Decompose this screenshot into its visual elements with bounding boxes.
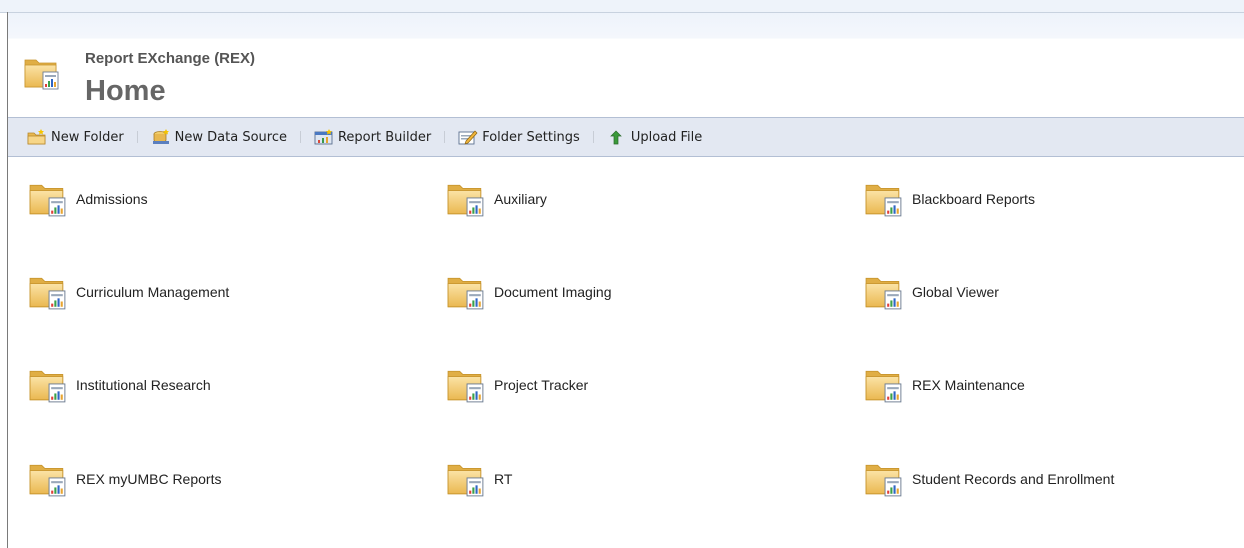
folder-settings-icon [458,130,478,145]
folder-label: Institutional Research [76,377,211,393]
report-folder-icon [444,460,488,498]
new-folder-label: New Folder [51,129,124,145]
toolbar-separator [299,131,301,143]
report-folder-icon [24,55,60,91]
report-folder-icon [26,460,70,498]
folder-rt[interactable]: RT [444,460,512,498]
report-folder-icon [862,460,906,498]
folder-project-tracker[interactable]: Project Tracker [444,366,588,404]
report-folder-icon [26,180,70,218]
folder-rex-myumbc-reports[interactable]: REX myUMBC Reports [26,460,221,498]
upload-file-button[interactable]: Upload File [607,129,702,145]
report-folder-icon [444,273,488,311]
toolbar-separator [136,131,138,143]
folder-label: Curriculum Management [76,284,230,300]
folder-label: Project Tracker [494,377,589,393]
folder-student-records-and-enrollment[interactable]: Student Records and Enrollment [862,460,1114,498]
folder-curriculum-management[interactable]: Curriculum Management [26,273,229,311]
report-folder-icon [26,273,70,311]
new-data-source-icon [152,129,169,144]
toolbar-separator [592,131,594,143]
folder-label: Auxiliary [494,191,547,207]
folder-label: Student Records and Enrollment [912,471,1115,487]
report-folder-icon [862,366,906,404]
page-header: Report EXchange (REX) Home [8,13,1244,117]
folder-admissions[interactable]: Admissions [26,180,148,218]
upload-file-label: Upload File [630,129,703,145]
report-builder-label: Report Builder [337,129,432,145]
folder-label: Admissions [76,191,148,207]
top-strip [0,0,1244,13]
folder-rex-maintenance[interactable]: REX Maintenance [862,366,1025,404]
new-data-source-button[interactable]: New Data Source [151,129,287,145]
folder-label: Blackboard Reports [912,191,1035,207]
folder-auxiliary[interactable]: Auxiliary [444,180,547,218]
folder-settings-button[interactable]: Folder Settings [458,129,580,145]
folder-label: Global Viewer [912,284,999,300]
upload-arrow-icon [609,130,622,145]
folder-institutional-research[interactable]: Institutional Research [26,366,211,404]
folder-blackboard-reports[interactable]: Blackboard Reports [862,180,1035,218]
report-folder-icon [26,366,70,404]
report-folder-icon [444,366,488,404]
report-builder-icon [314,129,333,145]
page-title: Home [85,75,166,107]
new-folder-icon [27,129,46,145]
folder-label: Document Imaging [494,284,612,300]
folder-document-imaging[interactable]: Document Imaging [444,273,612,311]
new-data-source-label: New Data Source [174,129,287,145]
folder-label: REX Maintenance [912,377,1025,393]
folder-label: REX myUMBC Reports [76,471,222,487]
toolbar: New Folder New Data Source Report Builde… [8,117,1244,157]
report-folder-icon [862,273,906,311]
folder-label: RT [494,471,513,487]
report-builder-button[interactable]: Report Builder [314,129,431,145]
report-folder-icon [444,180,488,218]
report-folder-icon [862,180,906,218]
folder-global-viewer[interactable]: Global Viewer [862,273,999,311]
site-title[interactable]: Report EXchange (REX) [85,50,255,67]
folder-settings-label: Folder Settings [482,129,580,145]
toolbar-separator [444,131,446,143]
new-folder-button[interactable]: New Folder [27,129,124,145]
